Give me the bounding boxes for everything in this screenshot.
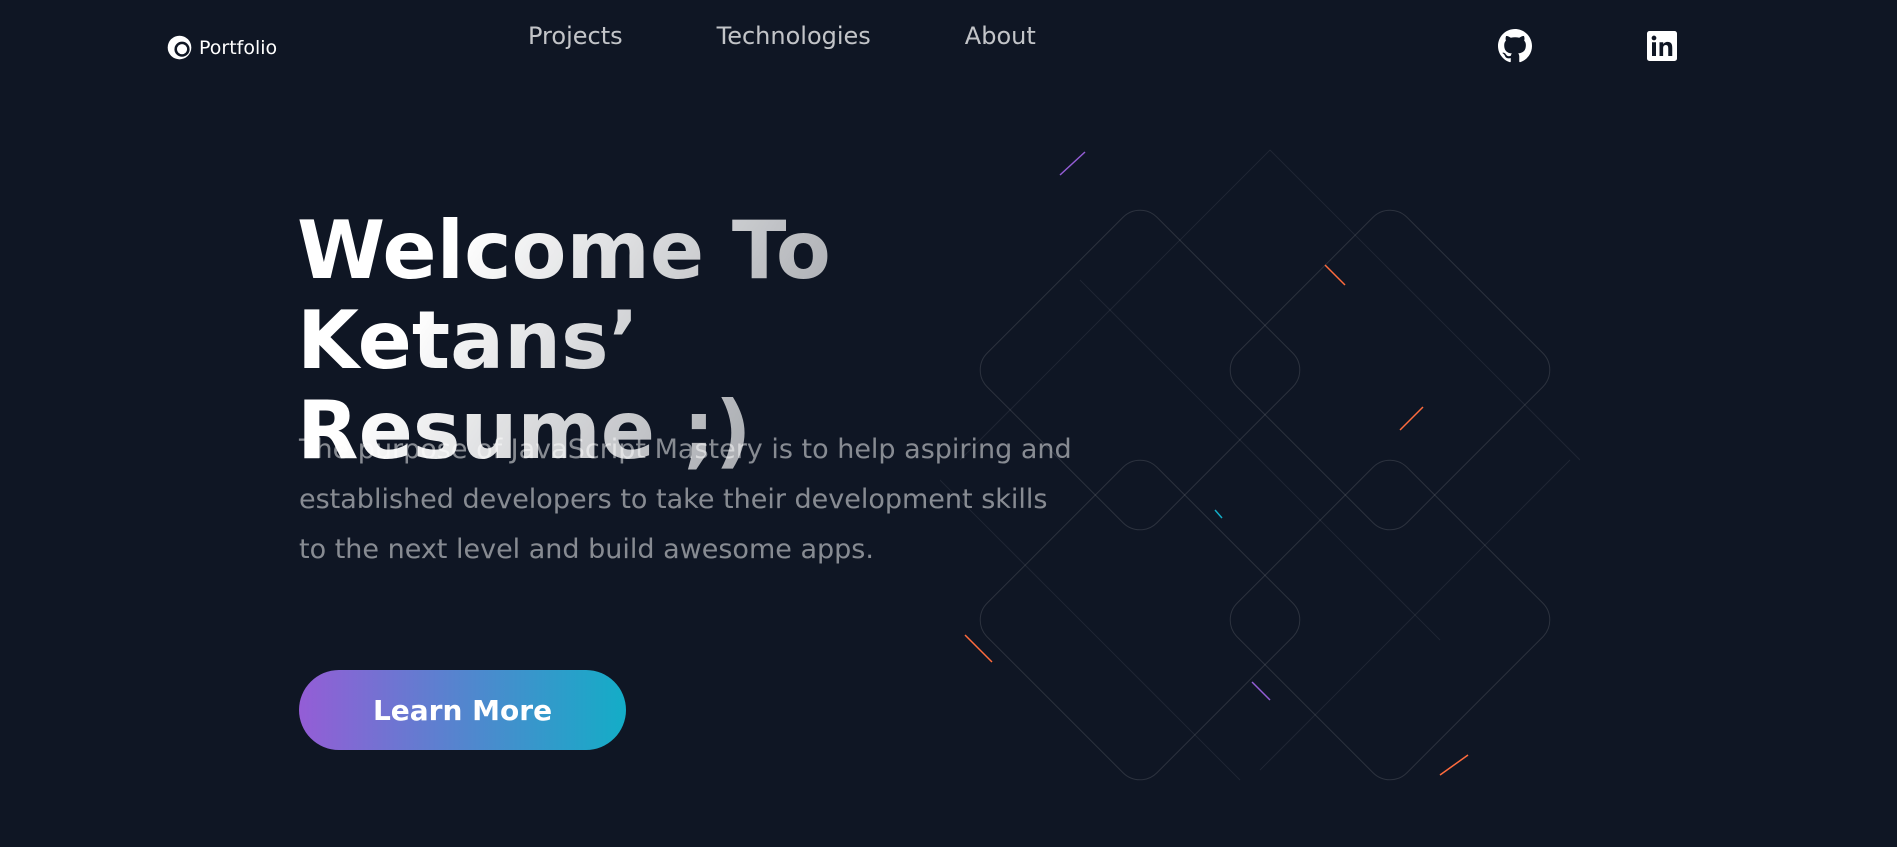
logo-text: Portfolio xyxy=(199,36,278,59)
nav-projects-link[interactable]: Projects xyxy=(528,22,623,50)
nav-technologies-link[interactable]: Technologies xyxy=(717,22,871,50)
github-icon xyxy=(1498,29,1532,63)
main-nav: Projects Technologies About xyxy=(528,22,1130,50)
linkedin-link[interactable] xyxy=(1644,28,1680,64)
portfolio-logo-icon xyxy=(167,35,192,60)
hero-description: The purpose of JavaScript Mastery is to … xyxy=(299,434,1072,565)
page: Portfolio Projects Technologies About We… xyxy=(0,0,1897,847)
logo-link[interactable]: Portfolio xyxy=(166,34,277,61)
nav-about-link[interactable]: About xyxy=(965,22,1036,50)
learn-more-button[interactable]: Learn More xyxy=(299,670,626,750)
hero-title-line-1: Welcome To Ketans’ xyxy=(297,204,831,387)
linkedin-icon xyxy=(1647,31,1677,61)
github-link[interactable] xyxy=(1497,28,1533,64)
